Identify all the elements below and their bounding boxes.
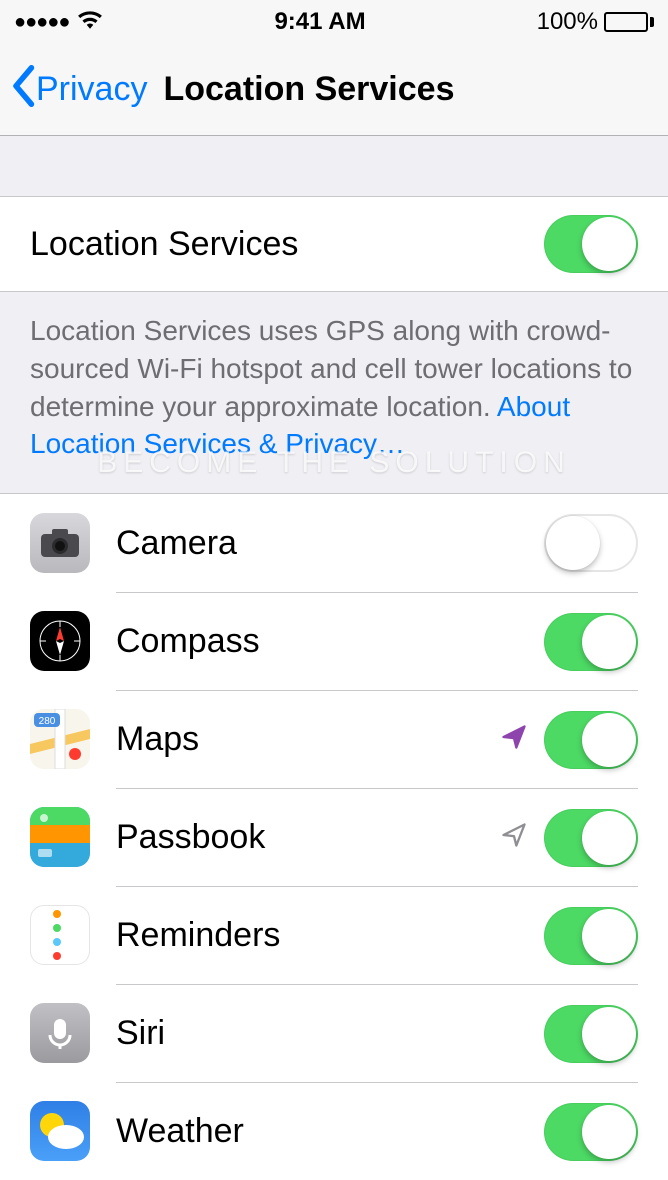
app-label: Compass <box>116 622 528 661</box>
section-spacer <box>0 136 668 196</box>
battery-icon <box>604 12 654 32</box>
app-row-passbook: Passbook <box>0 788 668 886</box>
app-toggle-passbook[interactable] <box>544 809 638 867</box>
camera-icon <box>30 513 90 573</box>
weather-icon <box>30 1101 90 1161</box>
app-row-weather: Weather <box>0 1082 668 1180</box>
app-row-reminders: Reminders <box>0 886 668 984</box>
app-label: Reminders <box>116 916 528 955</box>
location-services-label: Location Services <box>30 225 544 264</box>
app-label: Passbook <box>116 818 484 857</box>
siri-icon <box>30 1003 90 1063</box>
wifi-icon <box>77 8 103 36</box>
app-label: Weather <box>116 1112 528 1151</box>
app-row-compass: Compass <box>0 592 668 690</box>
back-button[interactable]: Privacy <box>36 70 147 109</box>
app-toggle-siri[interactable] <box>544 1005 638 1063</box>
app-label: Siri <box>116 1014 528 1053</box>
page-title: Location Services <box>163 70 454 109</box>
app-row-siri: Siri <box>0 984 668 1082</box>
app-toggle-camera[interactable] <box>544 514 638 572</box>
app-row-maps: 280 Maps <box>0 690 668 788</box>
reminders-icon <box>30 905 90 965</box>
compass-icon <box>30 611 90 671</box>
signal-dots-icon: ●●●●● <box>14 11 69 34</box>
app-toggle-maps[interactable] <box>544 711 638 769</box>
status-bar: ●●●●● 9:41 AM 100% <box>0 0 668 44</box>
status-right: 100% <box>537 8 654 36</box>
app-toggle-weather[interactable] <box>544 1103 638 1161</box>
status-time: 9:41 AM <box>274 8 365 36</box>
app-label: Maps <box>116 720 484 759</box>
app-toggle-compass[interactable] <box>544 613 638 671</box>
passbook-icon <box>30 807 90 867</box>
location-services-toggle[interactable] <box>544 215 638 273</box>
location-arrow-icon <box>500 821 528 854</box>
app-toggle-reminders[interactable] <box>544 907 638 965</box>
nav-bar: Privacy Location Services <box>0 44 668 136</box>
status-left: ●●●●● <box>14 8 103 36</box>
app-label: Camera <box>116 524 528 563</box>
location-arrow-icon <box>500 723 528 756</box>
svg-text:280: 280 <box>39 716 56 727</box>
app-list: Camera Compass 280 Maps Passbook Reminde… <box>0 493 668 1180</box>
location-services-master-row: Location Services <box>0 196 668 292</box>
app-row-camera: Camera <box>0 494 668 592</box>
maps-icon: 280 <box>30 709 90 769</box>
battery-percentage: 100% <box>537 8 598 36</box>
back-chevron-icon[interactable] <box>10 65 36 115</box>
explainer-text: Location Services uses GPS along with cr… <box>0 292 668 493</box>
